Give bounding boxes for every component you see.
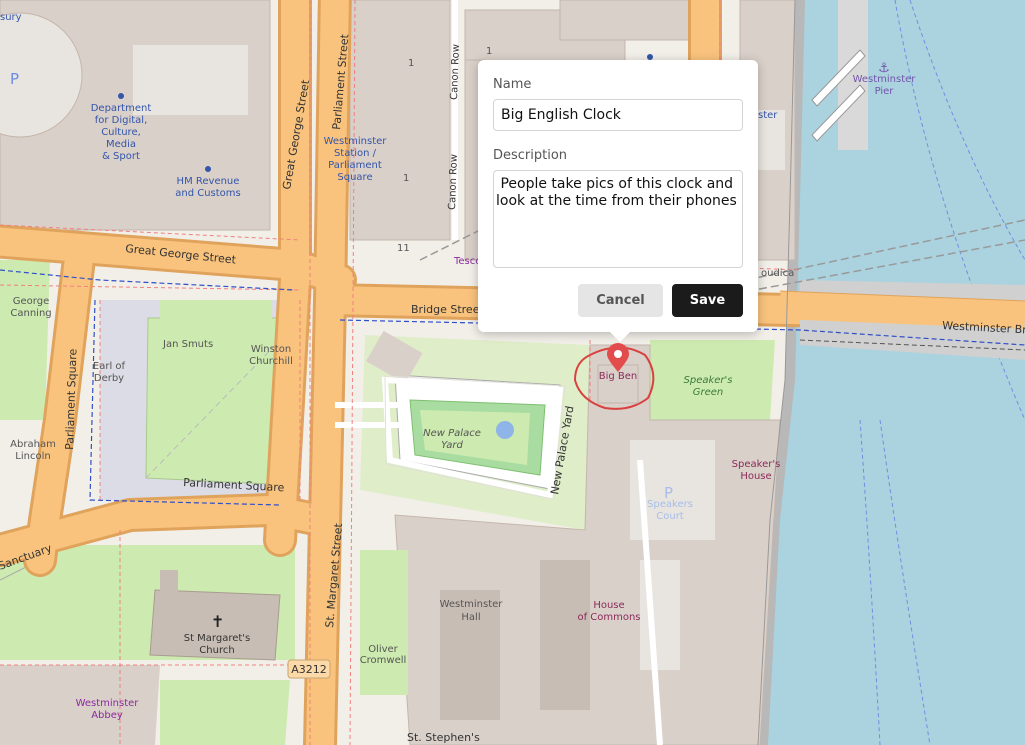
svg-text:Lincoln: Lincoln <box>15 451 50 462</box>
label-canon-row-2: Canon Row <box>447 154 460 210</box>
svg-text:Earl of: Earl of <box>93 361 126 372</box>
label-bridge-street: Bridge Street <box>411 303 484 316</box>
edit-marker-popup: Name Description People take pics of thi… <box>478 60 758 342</box>
svg-text:Pier: Pier <box>875 86 895 97</box>
svg-text:of Commons: of Commons <box>577 612 640 623</box>
svg-text:Abbey: Abbey <box>91 710 123 721</box>
svg-text:Media: Media <box>106 139 136 150</box>
svg-text:Churchill: Churchill <box>249 356 293 367</box>
svg-text:Canning: Canning <box>10 308 51 319</box>
save-button[interactable]: Save <box>672 284 743 317</box>
svg-text:Square: Square <box>337 172 372 183</box>
svg-text:and Customs: and Customs <box>175 188 241 199</box>
svg-text:Parliament: Parliament <box>328 160 382 171</box>
description-input[interactable]: People take pics of this clock and look … <box>493 170 743 268</box>
svg-text:Speakers: Speakers <box>647 499 693 510</box>
svg-text:Department: Department <box>91 103 152 114</box>
svg-text:Speaker's: Speaker's <box>684 375 733 386</box>
svg-text:Speaker's: Speaker's <box>732 459 781 470</box>
label-house-number-1b: 1 <box>403 173 409 184</box>
label-house-number-11: 11 <box>397 243 410 254</box>
label-boudica: oudica <box>761 268 794 279</box>
anchor-icon: ⚓ <box>878 61 890 76</box>
label-hm-revenue: HM Revenue and Customs <box>175 176 241 199</box>
svg-text:George: George <box>13 296 49 307</box>
svg-text:Station /: Station / <box>334 148 377 159</box>
popup-actions: Cancel Save <box>578 284 743 317</box>
svg-text:for Digital,: for Digital, <box>95 115 148 126</box>
label-jan-smuts: Jan Smuts <box>162 339 213 350</box>
label-parking-1: P <box>10 70 19 88</box>
church-cross-icon: ✝ <box>211 612 224 631</box>
label-abraham-lincoln: Abraham Lincoln <box>10 439 56 462</box>
svg-text:Hall: Hall <box>461 612 480 623</box>
svg-text:Green: Green <box>693 387 724 398</box>
svg-text:Church: Church <box>199 645 234 656</box>
label-st-stephens: St. Stephen's <box>407 731 480 744</box>
name-label: Name <box>493 77 532 92</box>
label-earl-of-derby: Earl of Derby <box>93 361 126 384</box>
label-house-number-1c: 1 <box>486 46 492 57</box>
road-shield-a3212: A3212 <box>287 659 331 679</box>
svg-text:St Margaret's: St Margaret's <box>184 633 251 644</box>
svg-text:A3212: A3212 <box>291 663 327 676</box>
svg-text:Oliver: Oliver <box>368 644 398 655</box>
svg-text:House: House <box>740 471 771 482</box>
svg-text:Westminster: Westminster <box>324 136 388 147</box>
label-winston-churchill: Winston Churchill <box>249 344 293 367</box>
label-house-number-1a: 1 <box>408 58 414 69</box>
label-ster: ster <box>758 110 778 121</box>
svg-text:Westminster: Westminster <box>440 599 504 610</box>
cancel-button[interactable]: Cancel <box>578 284 663 317</box>
svg-text:Derby: Derby <box>94 373 124 384</box>
description-label: Description <box>493 148 568 163</box>
label-treasury: sury <box>0 12 22 23</box>
svg-text:Abraham: Abraham <box>10 439 56 450</box>
svg-text:& Sport: & Sport <box>102 151 140 162</box>
svg-text:Cromwell: Cromwell <box>360 655 407 666</box>
svg-text:Winston: Winston <box>251 344 291 355</box>
svg-text:House: House <box>593 600 624 611</box>
svg-text:Culture,: Culture, <box>101 127 141 138</box>
label-george-canning: George Canning <box>10 296 51 319</box>
label-canon-row-1: Canon Row <box>449 44 462 100</box>
svg-text:Yard: Yard <box>441 440 463 451</box>
label-big-ben: Big Ben <box>599 371 638 382</box>
svg-text:HM Revenue: HM Revenue <box>177 176 240 187</box>
svg-text:Court: Court <box>656 511 684 522</box>
svg-text:New Palace: New Palace <box>423 428 481 439</box>
svg-text:Westminster: Westminster <box>76 698 140 709</box>
label-partial-top: nster <box>650 0 677 3</box>
name-input[interactable] <box>493 99 743 131</box>
